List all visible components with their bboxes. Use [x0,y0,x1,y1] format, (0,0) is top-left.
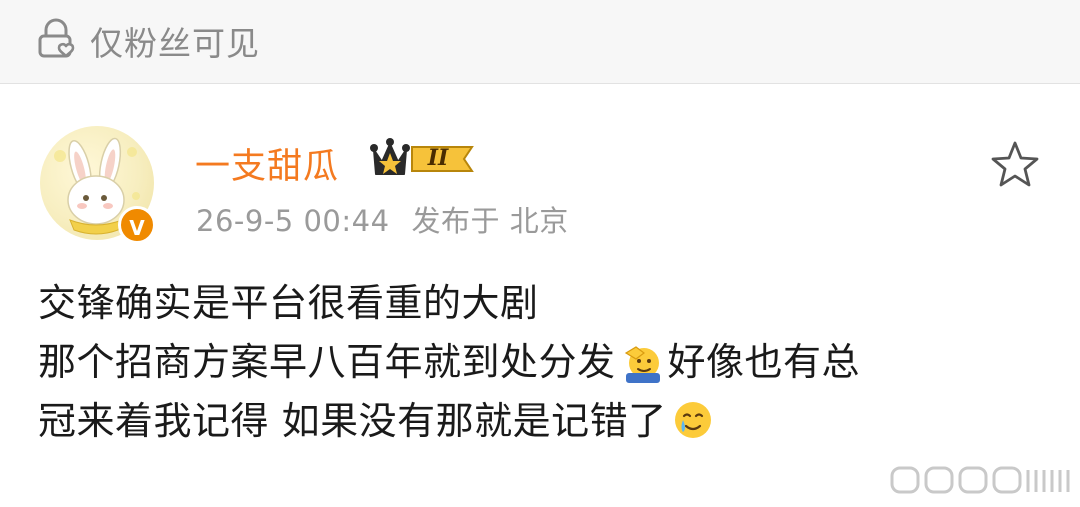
post-content: 交锋确实是平台很看重的大剧 那个招商方案早八百年就到处分发 好像也有总 冠来着我… [38,274,1048,451]
post-line: 那个招商方案早八百年就到处分发 好像也有总 [38,340,861,384]
verified-badge: V [118,206,156,244]
post-line: 冠来着我记得 如果没有那就是记错了 [38,392,1048,451]
watermark-logo [890,466,1070,494]
post-time: 26-9-5 00:44 [196,204,390,238]
star-outline-icon[interactable] [990,140,1040,188]
post-source: 发布于 北京 [411,204,569,238]
lock-heart-icon [38,18,75,58]
level-badge: II [427,145,449,171]
visibility-label: 仅粉丝可见 [90,24,260,63]
visibility-bar: 仅粉丝可见 [0,0,1080,84]
post-line: 交锋确实是平台很看重的大剧 [38,281,539,325]
crying-smile-emoji [674,402,711,438]
author-name[interactable]: 一支甜瓜 [195,138,339,189]
post-meta: 26-9-5 00:44 发布于 北京 [196,198,591,240]
saluting-face-emoji [624,346,660,383]
